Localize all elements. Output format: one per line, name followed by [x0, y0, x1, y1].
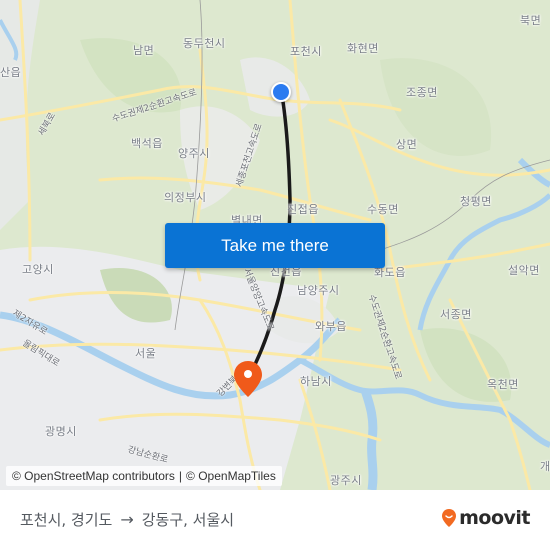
place-label: 광명시 [45, 425, 77, 438]
origin-name: 포천시, 경기도 [20, 511, 113, 529]
place-label: 산읍 [0, 66, 22, 79]
place-label: 조종면 [406, 86, 438, 99]
place-label: 옥천면 [487, 378, 519, 391]
attribution-separator: | [178, 469, 183, 483]
place-label: 남면 [133, 44, 155, 57]
openmaptiles-attribution-link[interactable]: © OpenMapTiles [186, 469, 276, 483]
place-label: 개 [540, 460, 550, 473]
origin-marker[interactable] [271, 82, 291, 102]
place-label: 수동면 [367, 203, 399, 216]
place-label: 백석읍 [131, 137, 163, 150]
place-label: 하남시 [300, 375, 332, 388]
place-label: 남양주시 [297, 284, 340, 297]
destination-pin-icon[interactable] [233, 360, 263, 398]
moovit-logo[interactable]: moovit [441, 507, 530, 529]
osm-attribution-link[interactable]: © OpenStreetMap contributors [12, 469, 175, 483]
place-label: 설악면 [508, 264, 540, 277]
place-label: 양주시 [178, 147, 210, 160]
route-summary: 포천시, 경기도 → 강동구, 서울시 [20, 509, 234, 530]
footer: 포천시, 경기도 → 강동구, 서울시 moovit [0, 490, 550, 550]
arrow-right-icon: → [120, 510, 134, 529]
map-view[interactable]: 남면 동두천시 포천시 화현면 북면 산읍 조종면 백석읍 양주시 상면 의정부… [0, 0, 550, 490]
place-label: 와부읍 [315, 320, 347, 333]
place-label: 화현면 [347, 42, 379, 55]
place-label: 의정부시 [164, 191, 207, 204]
place-label: 청평면 [460, 195, 492, 208]
place-label: 포천시 [290, 45, 322, 58]
place-label: 북면 [520, 14, 542, 27]
place-label: 동두천시 [183, 37, 226, 50]
place-label: 상면 [396, 138, 418, 151]
place-label: 광주시 [330, 474, 362, 487]
place-label: 진접읍 [287, 203, 319, 216]
place-label: 서종면 [440, 308, 472, 321]
take-me-there-button[interactable]: Take me there [165, 223, 385, 268]
brand-name: moovit [459, 507, 530, 529]
place-label: 고양시 [22, 263, 54, 276]
map-attribution: © OpenStreetMap contributors | © OpenMap… [6, 466, 282, 486]
destination-name: 강동구, 서울시 [141, 511, 235, 529]
moovit-pin-icon [442, 509, 457, 527]
place-label: 서울 [135, 347, 157, 360]
